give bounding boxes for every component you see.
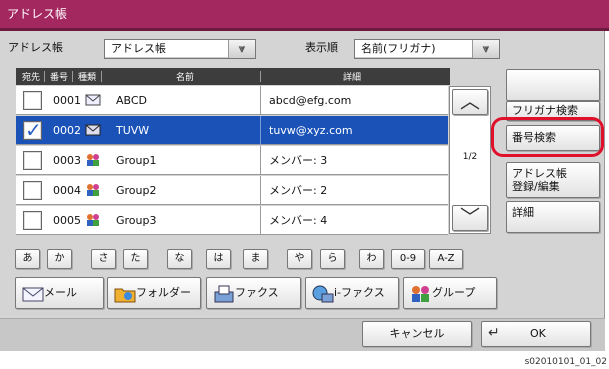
row-number: 0004 [53, 184, 81, 197]
row-detail: abcd@efg.com [260, 86, 351, 115]
kana-button[interactable]: 0-9 [391, 249, 425, 269]
row-number: 0001 [53, 94, 81, 107]
row-name: Group3 [116, 214, 157, 227]
mail-button[interactable]: メール [15, 277, 104, 309]
group-icon [87, 214, 99, 226]
row-checkbox[interactable] [23, 91, 42, 110]
kana-button[interactable]: A-Z [429, 249, 463, 269]
table-row[interactable]: 0001 ABCD abcd@efg.com [16, 86, 448, 115]
address-book-edit-button[interactable]: アドレス帳 登録/編集 [506, 162, 600, 198]
group-icon [87, 154, 99, 166]
cancel-button[interactable]: キャンセル [362, 321, 472, 347]
row-detail: メンバー: 4 [260, 206, 327, 235]
row-detail: メンバー: 3 [260, 146, 327, 175]
group-button[interactable]: グループ [403, 277, 497, 309]
row-name: Group1 [116, 154, 157, 167]
sort-order-select-value: 名前(フリガナ) [361, 42, 436, 55]
header-detail: 詳細 [343, 73, 362, 83]
mail-icon [85, 94, 101, 106]
ifax-icon [312, 285, 334, 303]
table-row[interactable]: 0004 Group2 メンバー: 2 [16, 176, 448, 205]
mail-icon [85, 124, 101, 136]
kana-button[interactable]: な [167, 249, 192, 269]
header-type: 種類 [78, 73, 97, 83]
chevron-down-icon: ⩔ [228, 40, 255, 58]
row-number: 0003 [53, 154, 81, 167]
row-checkbox[interactable] [23, 211, 42, 230]
detail-button[interactable]: 詳細 [506, 201, 600, 233]
kana-button[interactable]: ま [243, 249, 268, 269]
kana-button[interactable]: は [206, 249, 231, 269]
address-book-select[interactable]: アドレス帳 ⩔ [104, 39, 256, 59]
group-icon [412, 286, 429, 302]
table-row[interactable]: ✓ 0002 TUVW tuvw@xyz.com [16, 116, 448, 145]
kana-button[interactable]: さ [91, 249, 116, 269]
chevron-up-icon: ︿ [460, 89, 480, 113]
chevron-down-icon: ⩔ [472, 40, 499, 58]
group-icon [87, 184, 99, 196]
address-book-label: アドレス帳 [8, 41, 63, 54]
ok-button[interactable]: ↵ OK [481, 321, 591, 347]
row-name: TUVW [116, 124, 150, 137]
kana-button[interactable]: や [287, 249, 312, 269]
table-row[interactable]: 0003 Group1 メンバー: 3 [16, 146, 448, 175]
kana-button[interactable]: か [47, 249, 72, 269]
row-checkbox[interactable] [23, 151, 42, 170]
folder-icon [114, 288, 136, 303]
header-number: 番号 [50, 73, 69, 83]
mail-icon [22, 287, 44, 302]
row-name: ABCD [116, 94, 148, 107]
address-book-select-value: アドレス帳 [111, 42, 166, 55]
i-fax-button[interactable]: i-ファクス [305, 277, 399, 309]
folder-button[interactable]: フォルダー [107, 277, 201, 309]
fax-button[interactable]: ファクス [206, 277, 301, 309]
check-icon: ✓ [25, 118, 42, 142]
page-indicator: 1/2 [462, 152, 478, 162]
image-caption: s02010101_01_02 [524, 357, 607, 367]
highlight-ring [491, 117, 604, 157]
fax-icon [214, 285, 234, 303]
row-checkbox[interactable]: ✓ [23, 118, 42, 142]
kana-button[interactable]: ら [320, 249, 345, 269]
row-number: 0002 [53, 124, 81, 137]
row-name: Group2 [116, 184, 157, 197]
scroll-down-button[interactable]: ﹀ [452, 205, 488, 231]
enter-icon: ↵ [488, 325, 500, 341]
row-checkbox[interactable] [23, 181, 42, 200]
kana-button[interactable]: あ [15, 249, 40, 269]
table-row[interactable]: 0005 Group3 メンバー: 4 [16, 206, 448, 235]
kana-button[interactable]: わ [359, 249, 384, 269]
row-detail: tuvw@xyz.com [260, 116, 353, 145]
window-title: アドレス帳 [0, 0, 609, 28]
sort-order-label: 表示順 [305, 41, 338, 54]
row-number: 0005 [53, 214, 81, 227]
kana-button[interactable]: た [123, 249, 148, 269]
header-destination: 宛先 [22, 73, 41, 83]
blank-button[interactable] [506, 69, 600, 101]
list-header: 宛先 番号 種類 名前 詳細 [16, 68, 450, 85]
sort-order-select[interactable]: 名前(フリガナ) ⩔ [354, 39, 500, 59]
header-name: 名前 [176, 73, 195, 83]
scroll-up-button[interactable]: ︿ [452, 89, 488, 115]
chevron-down-icon: ﹀ [460, 205, 480, 229]
row-detail: メンバー: 2 [260, 176, 327, 205]
